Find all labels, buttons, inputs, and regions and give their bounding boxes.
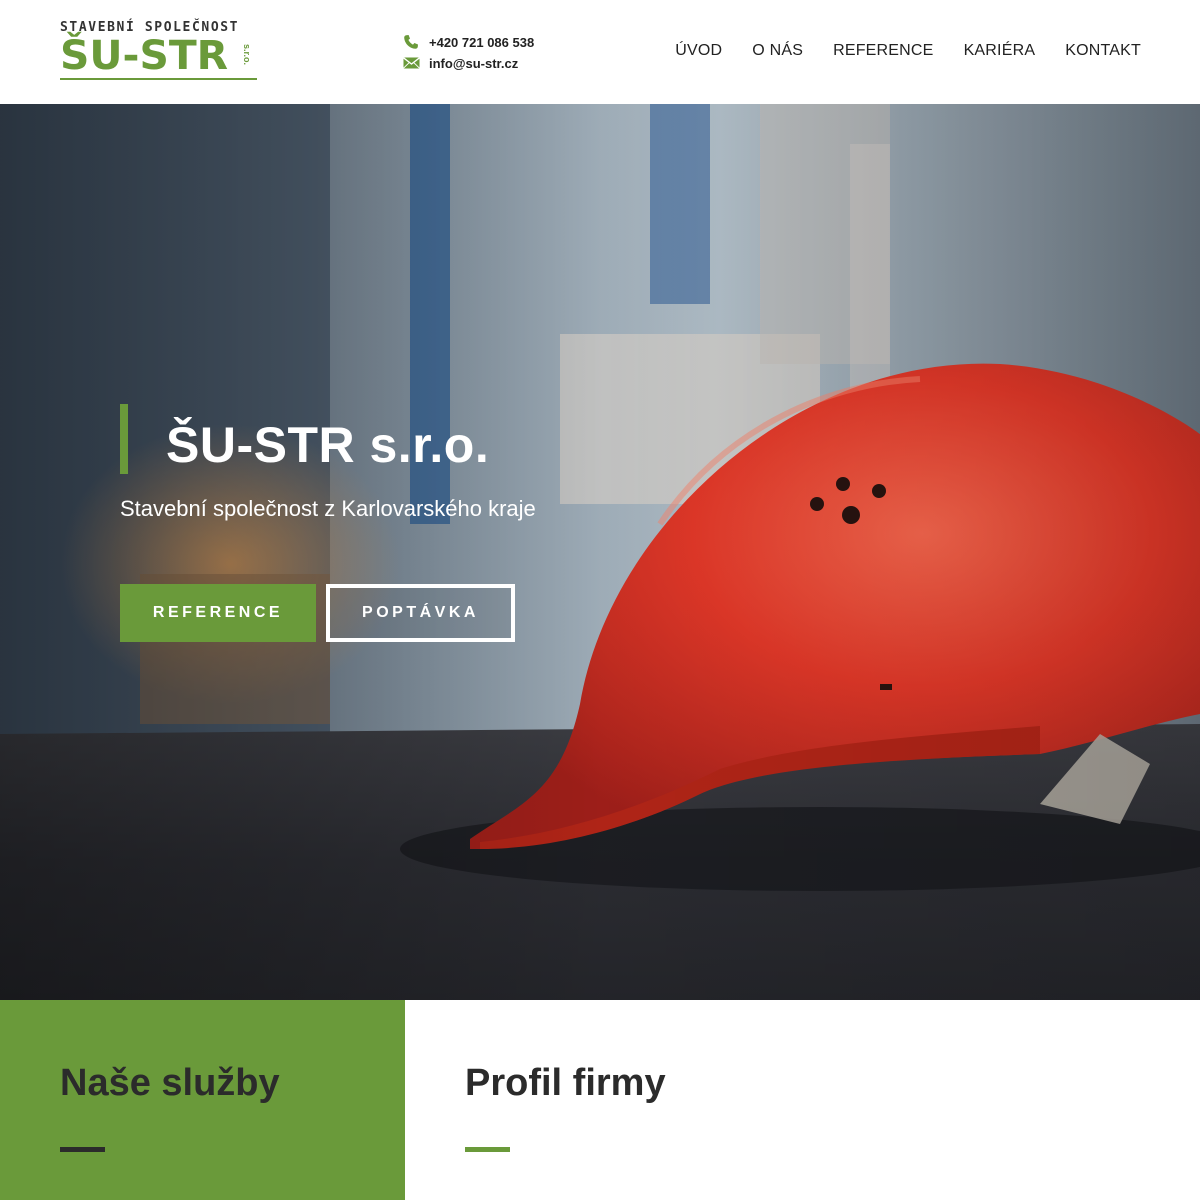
- nav-item-o-nas[interactable]: O NÁS: [752, 42, 803, 60]
- hero-background-image: [0, 104, 1200, 1000]
- services-section: Naše služby: [0, 1000, 405, 1200]
- poptavka-button[interactable]: POPTÁVKA: [326, 584, 515, 642]
- phone-contact[interactable]: +420 721 086 538: [402, 32, 534, 52]
- email-contact[interactable]: info@su-str.cz: [402, 53, 534, 73]
- hero-title: ŠU-STR s.r.o.: [166, 417, 490, 473]
- nav-item-uvod[interactable]: ÚVOD: [675, 42, 722, 60]
- services-title: Naše služby: [60, 1062, 280, 1104]
- envelope-icon: [402, 56, 420, 70]
- logo-suffix: s.r.o.: [242, 44, 252, 66]
- profile-title: Profil firmy: [465, 1062, 666, 1104]
- company-logo[interactable]: STAVEBNÍ SPOLEČNOST ŠU-STR s.r.o.: [60, 20, 260, 82]
- hero-section: ŠU-STR s.r.o. Stavební společnost z Karl…: [0, 104, 1200, 1000]
- header-contact: +420 721 086 538 info@su-str.cz: [402, 32, 534, 74]
- phone-number: +420 721 086 538: [429, 34, 535, 50]
- nav-item-kariera[interactable]: KARIÉRA: [964, 42, 1036, 60]
- nav-item-reference[interactable]: REFERENCE: [833, 42, 933, 60]
- logo-underline: [60, 78, 257, 80]
- site-header: STAVEBNÍ SPOLEČNOST ŠU-STR s.r.o. +420 7…: [0, 0, 1200, 104]
- hero-subtitle: Stavební společnost z Karlovarského kraj…: [120, 496, 536, 521]
- logo-wordmark: ŠU-STR: [60, 33, 229, 79]
- email-address: info@su-str.cz: [429, 55, 519, 71]
- nav-item-kontakt[interactable]: KONTAKT: [1065, 42, 1141, 60]
- phone-icon: [402, 35, 420, 49]
- services-title-underline: [60, 1147, 105, 1152]
- profile-title-underline: [465, 1147, 510, 1152]
- hero-title-accent: [120, 404, 128, 474]
- main-nav: ÚVOD O NÁS REFERENCE KARIÉRA KONTAKT: [675, 42, 1141, 60]
- profile-section: Profil firmy: [405, 1000, 1200, 1200]
- reference-button[interactable]: REFERENCE: [120, 584, 316, 642]
